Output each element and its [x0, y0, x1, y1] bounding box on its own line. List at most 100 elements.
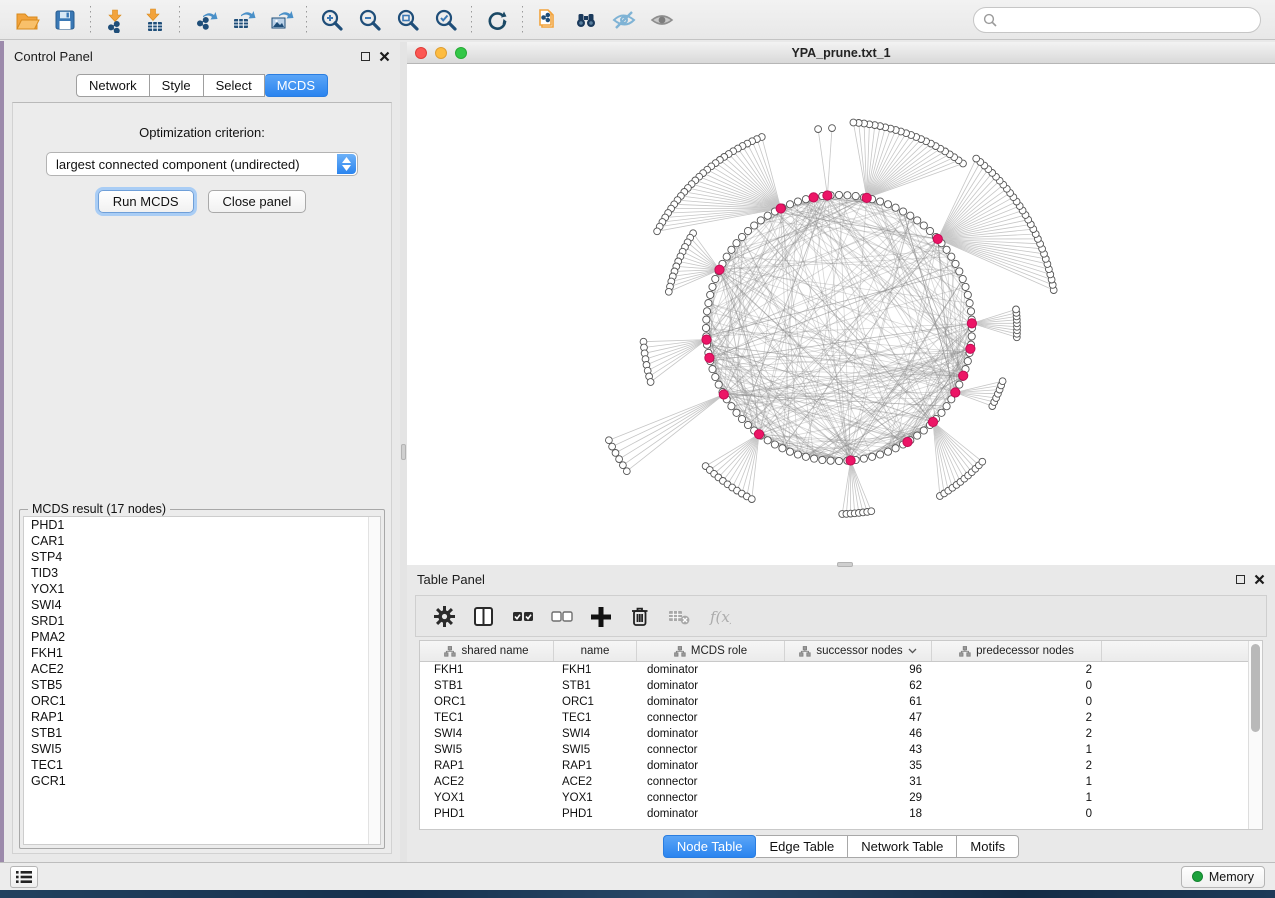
- show-column-panel-button[interactable]: [467, 600, 499, 632]
- splitter-grip[interactable]: [401, 444, 406, 460]
- import-network-file-button[interactable]: [97, 3, 135, 37]
- cell-name[interactable]: ORC1: [554, 694, 637, 710]
- cell-predecessor-nodes[interactable]: 0: [932, 694, 1102, 710]
- mcds-node-item[interactable]: PHD1: [24, 517, 380, 533]
- cell-predecessor-nodes[interactable]: 2: [932, 726, 1102, 742]
- mcds-node-item[interactable]: ORC1: [24, 693, 380, 709]
- cell-predecessor-nodes[interactable]: 2: [932, 758, 1102, 774]
- export-network-button[interactable]: [186, 3, 224, 37]
- mcds-node-item[interactable]: STB1: [24, 725, 380, 741]
- network-canvas[interactable]: [407, 64, 1275, 564]
- close-panel-icon[interactable]: [379, 51, 390, 62]
- cell-successor-nodes[interactable]: 43: [785, 742, 932, 758]
- table-scrollbar-thumb[interactable]: [1251, 644, 1260, 732]
- cell-successor-nodes[interactable]: 46: [785, 726, 932, 742]
- mcds-node-item[interactable]: STB5: [24, 677, 380, 693]
- cell-successor-nodes[interactable]: 31: [785, 774, 932, 790]
- float-panel-icon[interactable]: [361, 52, 370, 61]
- cell-MCDS-role[interactable]: connector: [637, 774, 785, 790]
- tab-select[interactable]: Select: [204, 74, 265, 97]
- table-row[interactable]: PHD1PHD1dominator180: [420, 806, 1262, 822]
- cell-predecessor-nodes[interactable]: 0: [932, 678, 1102, 694]
- cell-predecessor-nodes[interactable]: 1: [932, 742, 1102, 758]
- cell-shared-name[interactable]: YOX1: [420, 790, 554, 806]
- cell-MCDS-role[interactable]: connector: [637, 710, 785, 726]
- cell-name[interactable]: FKH1: [554, 662, 637, 678]
- table-row[interactable]: ORC1ORC1dominator610: [420, 694, 1262, 710]
- mcds-node-item[interactable]: PMA2: [24, 629, 380, 645]
- table-row[interactable]: TEC1TEC1connector472: [420, 710, 1262, 726]
- cell-successor-nodes[interactable]: 61: [785, 694, 932, 710]
- cell-successor-nodes[interactable]: 96: [785, 662, 932, 678]
- tab-node-table[interactable]: Node Table: [663, 835, 757, 858]
- cell-shared-name[interactable]: TEC1: [420, 710, 554, 726]
- find-button[interactable]: [567, 3, 605, 37]
- result-list-scrollbar[interactable]: [368, 517, 380, 844]
- tab-edge-table[interactable]: Edge Table: [756, 835, 848, 858]
- vertical-splitter[interactable]: [400, 42, 407, 862]
- clone-network-button[interactable]: [529, 3, 567, 37]
- tab-style[interactable]: Style: [150, 74, 204, 97]
- hide-selection-button[interactable]: [605, 3, 643, 37]
- cell-shared-name[interactable]: FKH1: [420, 662, 554, 678]
- table-row[interactable]: ACE2ACE2connector311: [420, 774, 1262, 790]
- horizontal-splitter-grip[interactable]: [837, 562, 853, 567]
- mcds-node-item[interactable]: GCR1: [24, 773, 380, 789]
- cell-MCDS-role[interactable]: dominator: [637, 758, 785, 774]
- cell-name[interactable]: SWI5: [554, 742, 637, 758]
- mcds-node-item[interactable]: STP4: [24, 549, 380, 565]
- network-graph[interactable]: [407, 64, 1275, 564]
- close-table-panel-icon[interactable]: [1254, 574, 1265, 585]
- refresh-button[interactable]: [478, 3, 516, 37]
- settings-gear-button[interactable]: [428, 600, 460, 632]
- mcds-node-item[interactable]: CAR1: [24, 533, 380, 549]
- mcds-node-item[interactable]: SWI5: [24, 741, 380, 757]
- cell-MCDS-role[interactable]: connector: [637, 790, 785, 806]
- table-scrollbar[interactable]: [1248, 641, 1262, 829]
- cell-shared-name[interactable]: STB1: [420, 678, 554, 694]
- close-panel-button[interactable]: Close panel: [208, 190, 307, 213]
- table-row[interactable]: STB1STB1dominator620: [420, 678, 1262, 694]
- cell-MCDS-role[interactable]: dominator: [637, 694, 785, 710]
- cell-name[interactable]: STB1: [554, 678, 637, 694]
- column-header-name[interactable]: name: [554, 641, 637, 661]
- cell-predecessor-nodes[interactable]: 1: [932, 774, 1102, 790]
- mcds-node-item[interactable]: TEC1: [24, 757, 380, 773]
- table-row[interactable]: SWI5SWI5connector431: [420, 742, 1262, 758]
- zoom-selected-button[interactable]: [427, 3, 465, 37]
- cell-shared-name[interactable]: SWI5: [420, 742, 554, 758]
- cell-shared-name[interactable]: ACE2: [420, 774, 554, 790]
- cell-MCDS-role[interactable]: dominator: [637, 678, 785, 694]
- mcds-node-item[interactable]: TID3: [24, 565, 380, 581]
- zoom-fit-button[interactable]: [389, 3, 427, 37]
- column-header-predecessor-nodes[interactable]: predecessor nodes: [932, 641, 1102, 661]
- run-mcds-button[interactable]: Run MCDS: [98, 190, 194, 213]
- memory-button[interactable]: Memory: [1181, 866, 1265, 888]
- search-input[interactable]: [973, 7, 1261, 33]
- tab-network[interactable]: Network: [76, 74, 150, 97]
- tab-network-table[interactable]: Network Table: [848, 835, 957, 858]
- mcds-node-item[interactable]: SRD1: [24, 613, 380, 629]
- show-hidden-button[interactable]: [643, 3, 681, 37]
- cell-shared-name[interactable]: SWI4: [420, 726, 554, 742]
- cell-MCDS-role[interactable]: dominator: [637, 662, 785, 678]
- cell-name[interactable]: RAP1: [554, 758, 637, 774]
- save-session-button[interactable]: [46, 3, 84, 37]
- task-history-button[interactable]: [10, 866, 38, 888]
- cell-name[interactable]: YOX1: [554, 790, 637, 806]
- column-header-shared-name[interactable]: shared name: [420, 641, 554, 661]
- column-header-MCDS-role[interactable]: MCDS role: [637, 641, 785, 661]
- cell-name[interactable]: TEC1: [554, 710, 637, 726]
- cell-shared-name[interactable]: PHD1: [420, 806, 554, 822]
- cell-successor-nodes[interactable]: 29: [785, 790, 932, 806]
- zoom-in-button[interactable]: [313, 3, 351, 37]
- table-row[interactable]: RAP1RAP1dominator352: [420, 758, 1262, 774]
- cell-shared-name[interactable]: ORC1: [420, 694, 554, 710]
- table-row[interactable]: YOX1YOX1connector291: [420, 790, 1262, 806]
- add-entry-button[interactable]: [584, 600, 616, 632]
- delete-entry-button[interactable]: [623, 600, 655, 632]
- export-image-button[interactable]: [262, 3, 300, 37]
- cell-name[interactable]: ACE2: [554, 774, 637, 790]
- cell-shared-name[interactable]: RAP1: [420, 758, 554, 774]
- cell-predecessor-nodes[interactable]: 2: [932, 710, 1102, 726]
